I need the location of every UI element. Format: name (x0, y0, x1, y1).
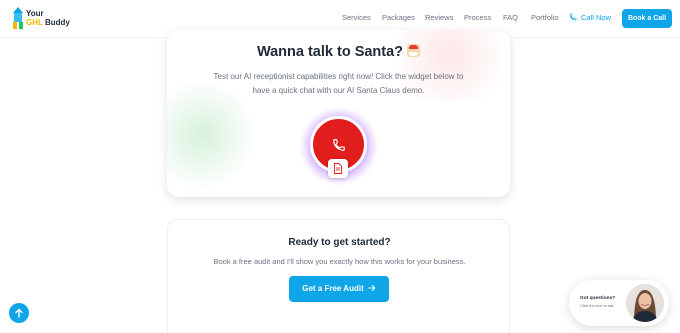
logo-rest-text: Buddy (44, 18, 70, 27)
document-icon (334, 163, 342, 174)
cta-heading: Ready to get started? (288, 237, 391, 248)
avatar-portrait-icon (626, 284, 664, 322)
transcript-badge[interactable] (328, 159, 348, 178)
nav-packages[interactable]: Packages (382, 13, 415, 22)
call-now-link[interactable]: Call Now (569, 13, 611, 22)
scroll-to-top-button[interactable] (9, 303, 29, 323)
arrow-up-icon (15, 308, 23, 318)
chat-title: Got questions? (580, 296, 616, 301)
nav-reviews[interactable]: Reviews (425, 13, 453, 22)
cta-description: Book a free audit and I'll show you exac… (213, 257, 466, 266)
arrow-right-icon (367, 285, 376, 291)
santa-description: Test our AI receptionist capabilities ri… (213, 72, 464, 95)
santa-heading: Wanna talk to Santa? (167, 44, 510, 60)
logo[interactable]: Your GHL Buddy (12, 7, 74, 31)
logo-line-1: Your (26, 9, 44, 18)
santa-title-text: Wanna talk to Santa? (256, 44, 404, 60)
nav-services[interactable]: Services (342, 13, 371, 22)
chat-widget[interactable]: Got questions? Click the icon to talk (569, 280, 669, 326)
avatar[interactable] (626, 284, 664, 322)
call-now-label: Call Now (581, 13, 612, 22)
logo-accent-text: GHL (26, 18, 43, 27)
phone-icon (569, 13, 577, 21)
logo-text: Your GHL Buddy (26, 9, 70, 27)
nav-process[interactable]: Process (464, 13, 491, 22)
santa-demo-card: Wanna talk to Santa? Test our AI recepti… (167, 30, 510, 197)
book-call-button[interactable]: Book a Call (622, 9, 672, 28)
free-audit-button[interactable]: Get a Free Audit (289, 276, 389, 302)
nav-portfolio[interactable]: Portfolio (531, 13, 559, 22)
cta-card: Ready to get started? Book a free audit … (167, 219, 510, 333)
santa-emoji-icon (407, 44, 421, 57)
logo-line-2: GHL Buddy (26, 18, 70, 27)
nav-faq[interactable]: FAQ (503, 13, 518, 22)
free-audit-label: Get a Free Audit (302, 284, 364, 293)
phone-icon (333, 139, 345, 151)
chat-subtitle: Click the icon to talk (580, 304, 614, 308)
logo-mark-icon (13, 7, 23, 29)
